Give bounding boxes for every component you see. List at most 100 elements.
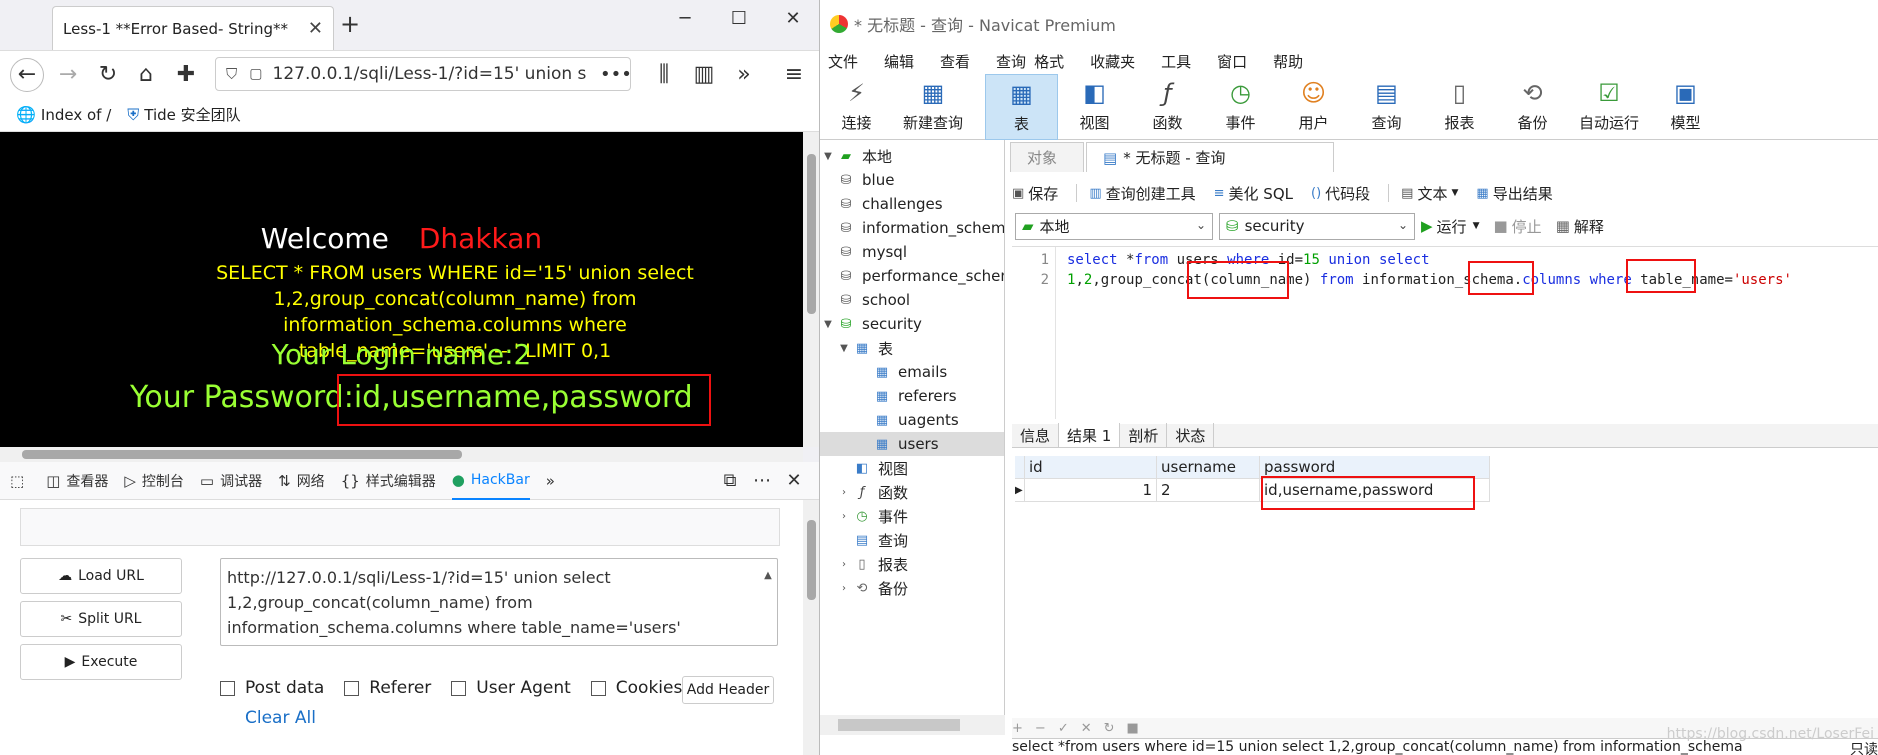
tree-db-challenges[interactable]: ⛁ challenges [836,192,943,216]
menu-tools[interactable]: 工具 [1161,51,1191,72]
beautify-sql-button[interactable]: ≡ 美化 SQL [1214,183,1293,204]
result-tab-profile[interactable]: 剖析 [1120,423,1168,447]
execute-button[interactable]: ▶ Execute [20,644,182,680]
expand-arrow-icon[interactable]: › [836,583,852,594]
tree-table-referers[interactable]: ▦ referers [872,384,957,408]
stop-icon[interactable]: ■ [1127,721,1139,736]
discard-icon[interactable]: ✕ [1081,721,1092,736]
tree-db-performance-schema[interactable]: ⛁ performance_schema [836,264,1004,288]
explain-button[interactable]: ▦ 解释 [1556,216,1604,237]
menu-query[interactable]: 查询 [996,51,1026,72]
dock-icon[interactable]: ⧉ [714,470,746,491]
hackbar-scrollbar[interactable] [803,500,819,755]
sql-editor[interactable]: 1 2 select *from users where id=15 union… [1012,246,1878,419]
save-button[interactable]: ▣ 保存 [1012,183,1058,204]
scrollbar-thumb[interactable] [807,154,816,314]
query-builder-button[interactable]: ▥ 查询创建工具 [1089,183,1195,204]
collapse-arrow-icon[interactable]: ▼ [836,343,852,354]
scrollbar-thumb[interactable] [22,450,462,459]
tree-table-users[interactable]: ▦ users [820,432,1004,456]
delete-row-icon[interactable]: − [1035,721,1046,736]
extensions-icon[interactable]: ✚ [170,59,202,91]
text-button[interactable]: ▤ 文本 ▼ [1401,183,1458,204]
devtools-tab-hackbar[interactable]: ● HackBar [451,462,530,500]
menu-window[interactable]: 窗口 [1217,51,1247,72]
bookmark-index[interactable]: 🌐 Index of / [16,105,111,124]
dropdown-arrow-icon[interactable]: ▼ [1451,188,1458,198]
expand-arrow-icon[interactable]: › [836,559,852,570]
scrollbar-thumb[interactable] [838,719,960,731]
back-icon[interactable]: ← [10,58,44,92]
menu-help[interactable]: 帮助 [1273,51,1303,72]
devtools-tab-console[interactable]: ▷ 控制台 [124,471,184,491]
element-picker-icon[interactable]: ⬚ [10,472,30,490]
page-horizontal-scrollbar[interactable] [0,447,803,462]
tree-queries[interactable]: ▤ 查询 [852,528,908,552]
stop-button[interactable]: ■ 停止 [1493,216,1541,237]
user-agent-checkbox[interactable] [451,680,467,696]
tree-db-blue[interactable]: ⛁ blue [836,168,895,192]
toolbar-automation[interactable]: ☑ 自动运行 [1569,74,1649,140]
home-icon[interactable]: ⌂ [130,59,162,91]
page-vertical-scrollbar[interactable] [803,132,819,447]
forward-icon[interactable]: → [52,59,84,91]
toolbar-query[interactable]: ▤ 查询 [1350,74,1423,140]
add-row-icon[interactable]: + [1012,721,1023,736]
devtools-tab-style-editor[interactable]: {} 样式编辑器 [341,471,436,491]
tree-db-security[interactable]: ▼ ⛁ security [820,312,922,336]
close-window-icon[interactable]: ✕ [766,8,819,29]
tree-reports[interactable]: › ▯ 报表 [836,552,908,576]
cookies-option[interactable]: Cookies [590,678,682,698]
textarea-scrollbar[interactable]: ▲▼ [761,563,775,639]
referer-checkbox[interactable] [344,680,360,696]
library-icon[interactable]: ⫼ [648,59,680,91]
menu-format[interactable]: 格式 [1034,51,1064,72]
url-bar[interactable]: ⛉ ▢ 127.0.0.1/sqli/Less-1/?id=15' union … [215,57,632,91]
toolbar-table[interactable]: ▦ 表 [985,74,1058,140]
tree-horizontal-scrollbar[interactable] [820,715,1005,735]
sidebar-icon[interactable]: ▥ [688,59,720,91]
expand-arrow-icon[interactable]: › [836,487,852,498]
split-url-button[interactable]: ✂ Split URL [20,601,182,637]
browser-tab[interactable]: Less-1 **Error Based- String** ✕ [52,6,334,50]
tree-root[interactable]: ▼ ▰ 本地 [820,144,892,168]
tree-db-mysql[interactable]: ⛁ mysql [836,240,907,264]
devtools-menu-icon[interactable]: ⋯ [746,470,778,491]
column-header-id[interactable]: id [1025,456,1157,479]
collapse-arrow-icon[interactable]: ▼ [820,319,836,330]
add-header-button[interactable]: Add Header [682,676,774,704]
tab-untitled-query[interactable]: ▤ * 无标题 - 查询 [1086,142,1334,172]
result-tab-info[interactable]: 信息 [1012,423,1060,447]
toolbar-view[interactable]: ◧ 视图 [1058,74,1131,140]
tree-functions[interactable]: › ƒ 函数 [836,480,908,504]
toolbar-event[interactable]: ◷ 事件 [1204,74,1277,140]
url-textarea[interactable]: http://127.0.0.1/sqli/Less-1/?id=15' uni… [220,558,778,646]
user-agent-option[interactable]: User Agent [451,678,571,698]
overflow-icon[interactable]: » [728,59,760,91]
tree-events[interactable]: › ◷ 事件 [836,504,908,528]
tree-db-school[interactable]: ⛁ school [836,288,911,312]
menu-favorites[interactable]: 收藏夹 [1090,51,1135,72]
tree-table-uagents[interactable]: ▦ uagents [872,408,959,432]
tab-objects[interactable]: 对象 [1010,142,1084,172]
page-actions-icon[interactable]: ••• [600,64,632,85]
menu-edit[interactable]: 编辑 [884,51,914,72]
run-button[interactable]: ▶ 运行 ▼ [1421,216,1479,237]
referer-option[interactable]: Referer [344,678,431,698]
menu-view[interactable]: 查看 [940,51,970,72]
post-data-checkbox[interactable] [220,680,235,696]
close-tab-icon[interactable]: ✕ [308,18,323,39]
toolbar-connect[interactable]: ⚡ 连接 [820,74,893,140]
menu-icon[interactable]: ≡ [778,59,810,91]
code-snippet-button[interactable]: () 代码段 [1311,183,1370,204]
devtools-tab-debugger[interactable]: ▭ 调试器 [200,471,262,491]
tree-tables-folder[interactable]: ▼ ▦ 表 [836,336,893,360]
dropdown-arrow-icon[interactable]: ▼ [1473,221,1480,231]
reload-icon[interactable]: ↻ [92,59,124,91]
cell-id[interactable]: 1 [1025,479,1157,502]
apply-icon[interactable]: ✓ [1058,721,1069,736]
toolbar-model[interactable]: ▣ 模型 [1649,74,1722,140]
connection-select[interactable]: ▰ 本地 ⌄ [1015,212,1213,240]
post-data-option[interactable]: Post data [220,678,324,698]
toolbar-new-query[interactable]: ▦ 新建查询 [893,74,973,140]
